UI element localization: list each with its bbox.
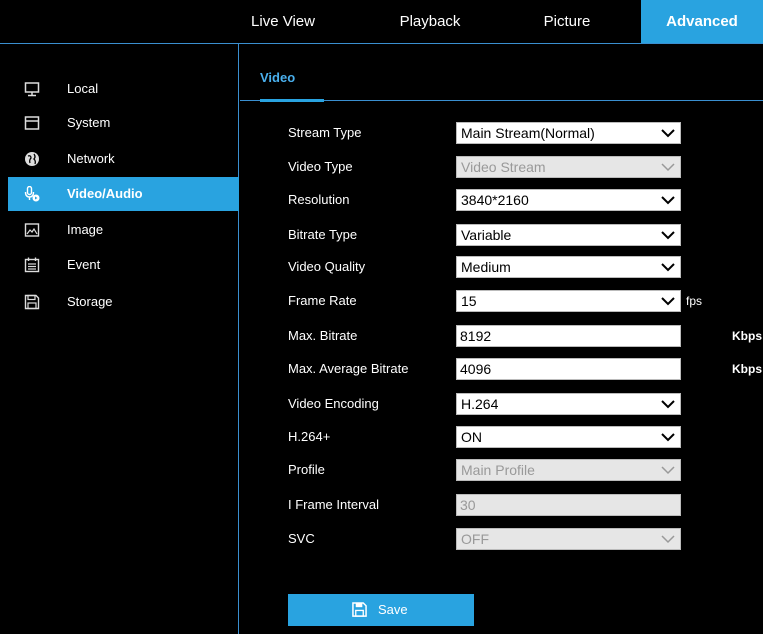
chevron-down-icon <box>661 400 675 409</box>
sidebar-item-local[interactable]: Local <box>8 72 239 106</box>
frame-rate-value: 15 <box>461 293 477 309</box>
sidebar-item-label: Event <box>67 257 101 272</box>
frame-rate-unit: fps <box>686 294 703 308</box>
profile-select[interactable]: Main Profile <box>456 459 681 481</box>
max-avg-bitrate-unit: Kbps <box>732 362 762 376</box>
chevron-down-icon <box>661 129 675 138</box>
video-quality-label: Video Quality <box>288 259 366 274</box>
resolution-label: Resolution <box>288 192 350 207</box>
video-quality-select[interactable]: Medium <box>456 256 681 278</box>
h264plus-label: H.264+ <box>288 429 331 444</box>
chevron-down-icon <box>661 466 675 475</box>
video-type-value: Video Stream <box>461 159 546 175</box>
stream-type-select[interactable]: Main Stream(Normal) <box>456 122 681 144</box>
sidebar-item-event[interactable]: Event <box>8 248 239 282</box>
tab-playback[interactable]: Playback <box>382 0 478 43</box>
max-bitrate-input[interactable] <box>456 325 681 347</box>
sidebar-item-label: Image <box>67 222 104 237</box>
sidebar-item-storage[interactable]: Storage <box>8 285 239 319</box>
system-icon <box>24 116 40 130</box>
i-frame-interval-input[interactable] <box>456 494 681 516</box>
max-bitrate-unit: Kbps <box>732 329 762 343</box>
max-avg-bitrate-label: Max. Average Bitrate <box>288 361 409 376</box>
resolution-select[interactable]: 3840*2160 <box>456 189 681 211</box>
svc-value: OFF <box>461 531 489 547</box>
video-encoding-label: Video Encoding <box>288 396 379 411</box>
resolution-value: 3840*2160 <box>461 192 529 208</box>
bitrate-type-select[interactable]: Variable <box>456 224 681 246</box>
frame-rate-label: Frame Rate <box>288 293 357 308</box>
calendar-icon <box>24 257 40 273</box>
chevron-down-icon <box>661 433 675 442</box>
max-bitrate-label: Max. Bitrate <box>288 328 358 343</box>
svc-label: SVC <box>288 531 315 546</box>
microphone-icon <box>24 186 40 202</box>
video-type-select[interactable]: Video Stream <box>456 156 681 178</box>
sidebar-item-label: Video/Audio <box>67 186 143 201</box>
main-panel: Video Stream Type Main Stream(Normal) Vi… <box>240 44 763 634</box>
tab-live-view[interactable]: Live View <box>240 0 326 43</box>
sidebar-item-image[interactable]: Image <box>8 213 239 247</box>
video-encoding-value: H.264 <box>461 396 499 412</box>
chevron-down-icon <box>661 297 675 306</box>
video-quality-value: Medium <box>461 259 511 275</box>
globe-icon <box>25 152 39 166</box>
i-frame-interval-label: I Frame Interval <box>288 497 380 512</box>
stream-type-value: Main Stream(Normal) <box>461 125 595 141</box>
chevron-down-icon <box>661 196 675 205</box>
video-type-label: Video Type <box>288 159 353 174</box>
monitor-icon <box>24 82 40 97</box>
h264plus-value: ON <box>461 429 482 445</box>
image-icon <box>24 223 40 237</box>
frame-rate-select[interactable]: 15 <box>456 290 681 312</box>
sidebar-item-video-audio[interactable]: Video/Audio <box>8 177 239 211</box>
stream-type-label: Stream Type <box>288 125 362 140</box>
chevron-down-icon <box>661 163 675 172</box>
sidebar: Local System Network Video/Audio Image E… <box>0 44 239 634</box>
bitrate-type-value: Variable <box>461 227 512 243</box>
profile-label: Profile <box>288 462 325 477</box>
svc-select[interactable]: OFF <box>456 528 681 550</box>
sidebar-item-label: System <box>67 115 111 130</box>
sidebar-item-label: Network <box>67 151 115 166</box>
sidebar-item-system[interactable]: System <box>8 106 239 140</box>
sidebar-item-network[interactable]: Network <box>8 142 239 176</box>
save-button-label: Save <box>378 602 408 617</box>
tab-advanced[interactable]: Advanced <box>641 0 763 43</box>
sidebar-item-label: Storage <box>67 294 113 309</box>
active-subtab-underline <box>260 99 324 102</box>
h264plus-select[interactable]: ON <box>456 426 681 448</box>
top-navigation: Live View Playback Picture Advanced <box>0 0 763 44</box>
tab-video[interactable]: Video <box>260 70 295 85</box>
chevron-down-icon <box>661 535 675 544</box>
save-button[interactable]: Save <box>288 594 474 626</box>
chevron-down-icon <box>661 263 675 272</box>
tab-picture[interactable]: Picture <box>519 0 615 43</box>
bitrate-type-label: Bitrate Type <box>288 227 358 242</box>
chevron-down-icon <box>661 231 675 240</box>
profile-value: Main Profile <box>461 462 535 478</box>
max-avg-bitrate-input[interactable] <box>456 358 681 380</box>
video-encoding-select[interactable]: H.264 <box>456 393 681 415</box>
sidebar-item-label: Local <box>67 81 99 96</box>
floppy-icon <box>352 602 367 617</box>
floppy-icon <box>24 294 40 310</box>
